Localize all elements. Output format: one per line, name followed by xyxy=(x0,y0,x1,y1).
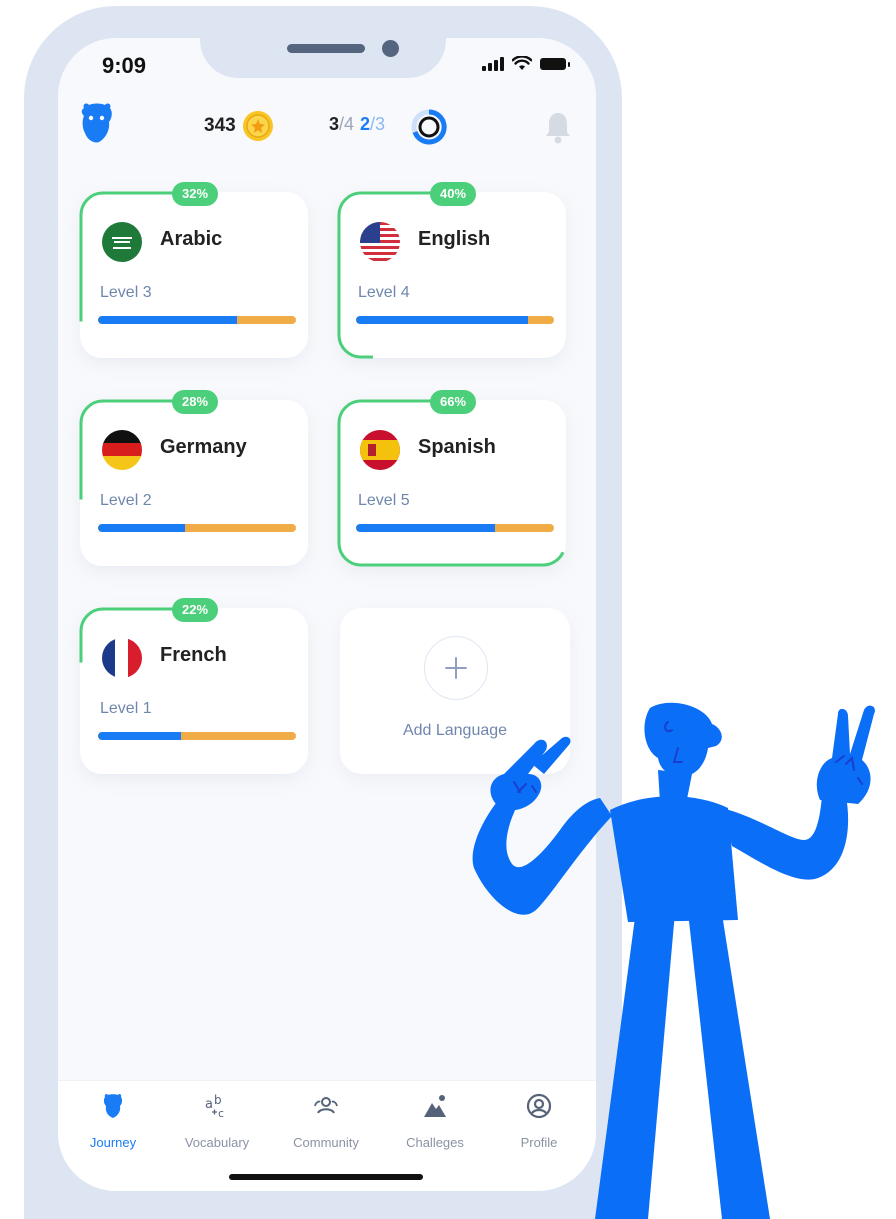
waving-character-illustration xyxy=(472,702,875,1219)
progress-percent-badge: 32% xyxy=(172,182,219,206)
flag-english-icon xyxy=(360,222,400,262)
language-card-french[interactable]: 22% French Level 1 xyxy=(79,598,309,775)
wifi-icon xyxy=(512,56,532,70)
star-coin-icon xyxy=(242,111,273,141)
lessons-done: 3 xyxy=(329,114,340,134)
goals-total: /3 xyxy=(370,114,386,134)
level-progress-fill xyxy=(356,524,495,532)
status-icons xyxy=(482,56,570,71)
progress-percent-badge: 66% xyxy=(430,390,477,414)
battery-icon xyxy=(540,57,570,70)
daily-progress[interactable]: 3/4 2/3 xyxy=(329,114,385,135)
community-icon xyxy=(314,1097,338,1114)
svg-text:b: b xyxy=(214,1093,222,1107)
language-level: Level 2 xyxy=(100,492,152,509)
language-card-english[interactable]: 40% English Level 4 xyxy=(337,182,567,359)
flag-arabic-icon xyxy=(102,222,142,262)
language-level: Level 1 xyxy=(100,700,152,717)
bear-icon xyxy=(103,1093,123,1118)
speaker xyxy=(287,44,365,53)
plus-icon xyxy=(445,657,467,679)
language-name: Germany xyxy=(160,436,247,458)
svg-text:c: c xyxy=(218,1107,224,1119)
add-language-button[interactable] xyxy=(424,636,488,700)
progress-border xyxy=(79,607,309,775)
level-progress-fill xyxy=(356,316,529,324)
mountain-icon xyxy=(424,1095,446,1117)
tab-label-community: Community xyxy=(293,1135,359,1150)
language-name: English xyxy=(418,228,491,250)
level-progress-fill xyxy=(98,732,182,740)
front-camera xyxy=(382,40,399,57)
progress-border xyxy=(79,191,309,359)
progress-border xyxy=(79,399,309,567)
progress-ring-icon[interactable] xyxy=(410,108,448,146)
level-progress-fill xyxy=(98,316,237,324)
language-card-arabic[interactable]: 32% Arabic Level 3 xyxy=(79,182,309,359)
flag-french-icon xyxy=(102,638,142,678)
status-time: 9:09 xyxy=(102,53,147,78)
tab-vocabulary[interactable]: abc Vocabulary xyxy=(172,1081,262,1161)
progress-percent-badge: 22% xyxy=(172,598,219,622)
goals-done: 2 xyxy=(360,114,371,134)
coin-counter[interactable]: 343 xyxy=(204,110,274,142)
language-level: Level 4 xyxy=(358,284,410,301)
tab-journey[interactable]: Journey xyxy=(68,1081,158,1161)
level-progress-bar xyxy=(356,316,554,324)
progress-percent-badge: 28% xyxy=(172,390,219,414)
abc-icon: a bc xyxy=(205,1093,224,1119)
flag-spanish-icon xyxy=(360,430,400,470)
language-card-spanish[interactable]: 66% Spanish Level 5 xyxy=(337,390,567,567)
language-name: Arabic xyxy=(160,228,223,250)
tab-community[interactable]: Community xyxy=(281,1081,371,1161)
level-progress-bar xyxy=(98,524,296,532)
progress-percent-badge: 40% xyxy=(430,182,477,206)
level-progress-bar xyxy=(98,732,296,740)
progress-border xyxy=(337,191,567,359)
progress-border xyxy=(337,399,567,567)
home-indicator[interactable] xyxy=(229,1174,423,1180)
language-level: Level 3 xyxy=(100,284,152,301)
signal-icon xyxy=(482,56,504,71)
language-name: Spanish xyxy=(418,436,496,458)
logo-icon[interactable] xyxy=(78,102,116,144)
svg-text:a: a xyxy=(205,1097,213,1112)
coin-count: 343 xyxy=(204,115,236,136)
bell-icon[interactable] xyxy=(544,110,572,144)
tab-label-vocabulary: Vocabulary xyxy=(184,1135,250,1150)
level-progress-fill xyxy=(98,524,186,532)
language-card-germany[interactable]: 28% Germany Level 2 xyxy=(79,390,309,567)
tab-label-journey: Journey xyxy=(89,1135,137,1150)
level-progress-bar xyxy=(98,316,296,324)
lessons-total: /4 xyxy=(339,114,355,134)
language-name: French xyxy=(160,644,227,666)
language-level: Level 5 xyxy=(358,492,410,509)
level-progress-bar xyxy=(356,524,554,532)
flag-germany-icon xyxy=(102,430,142,470)
